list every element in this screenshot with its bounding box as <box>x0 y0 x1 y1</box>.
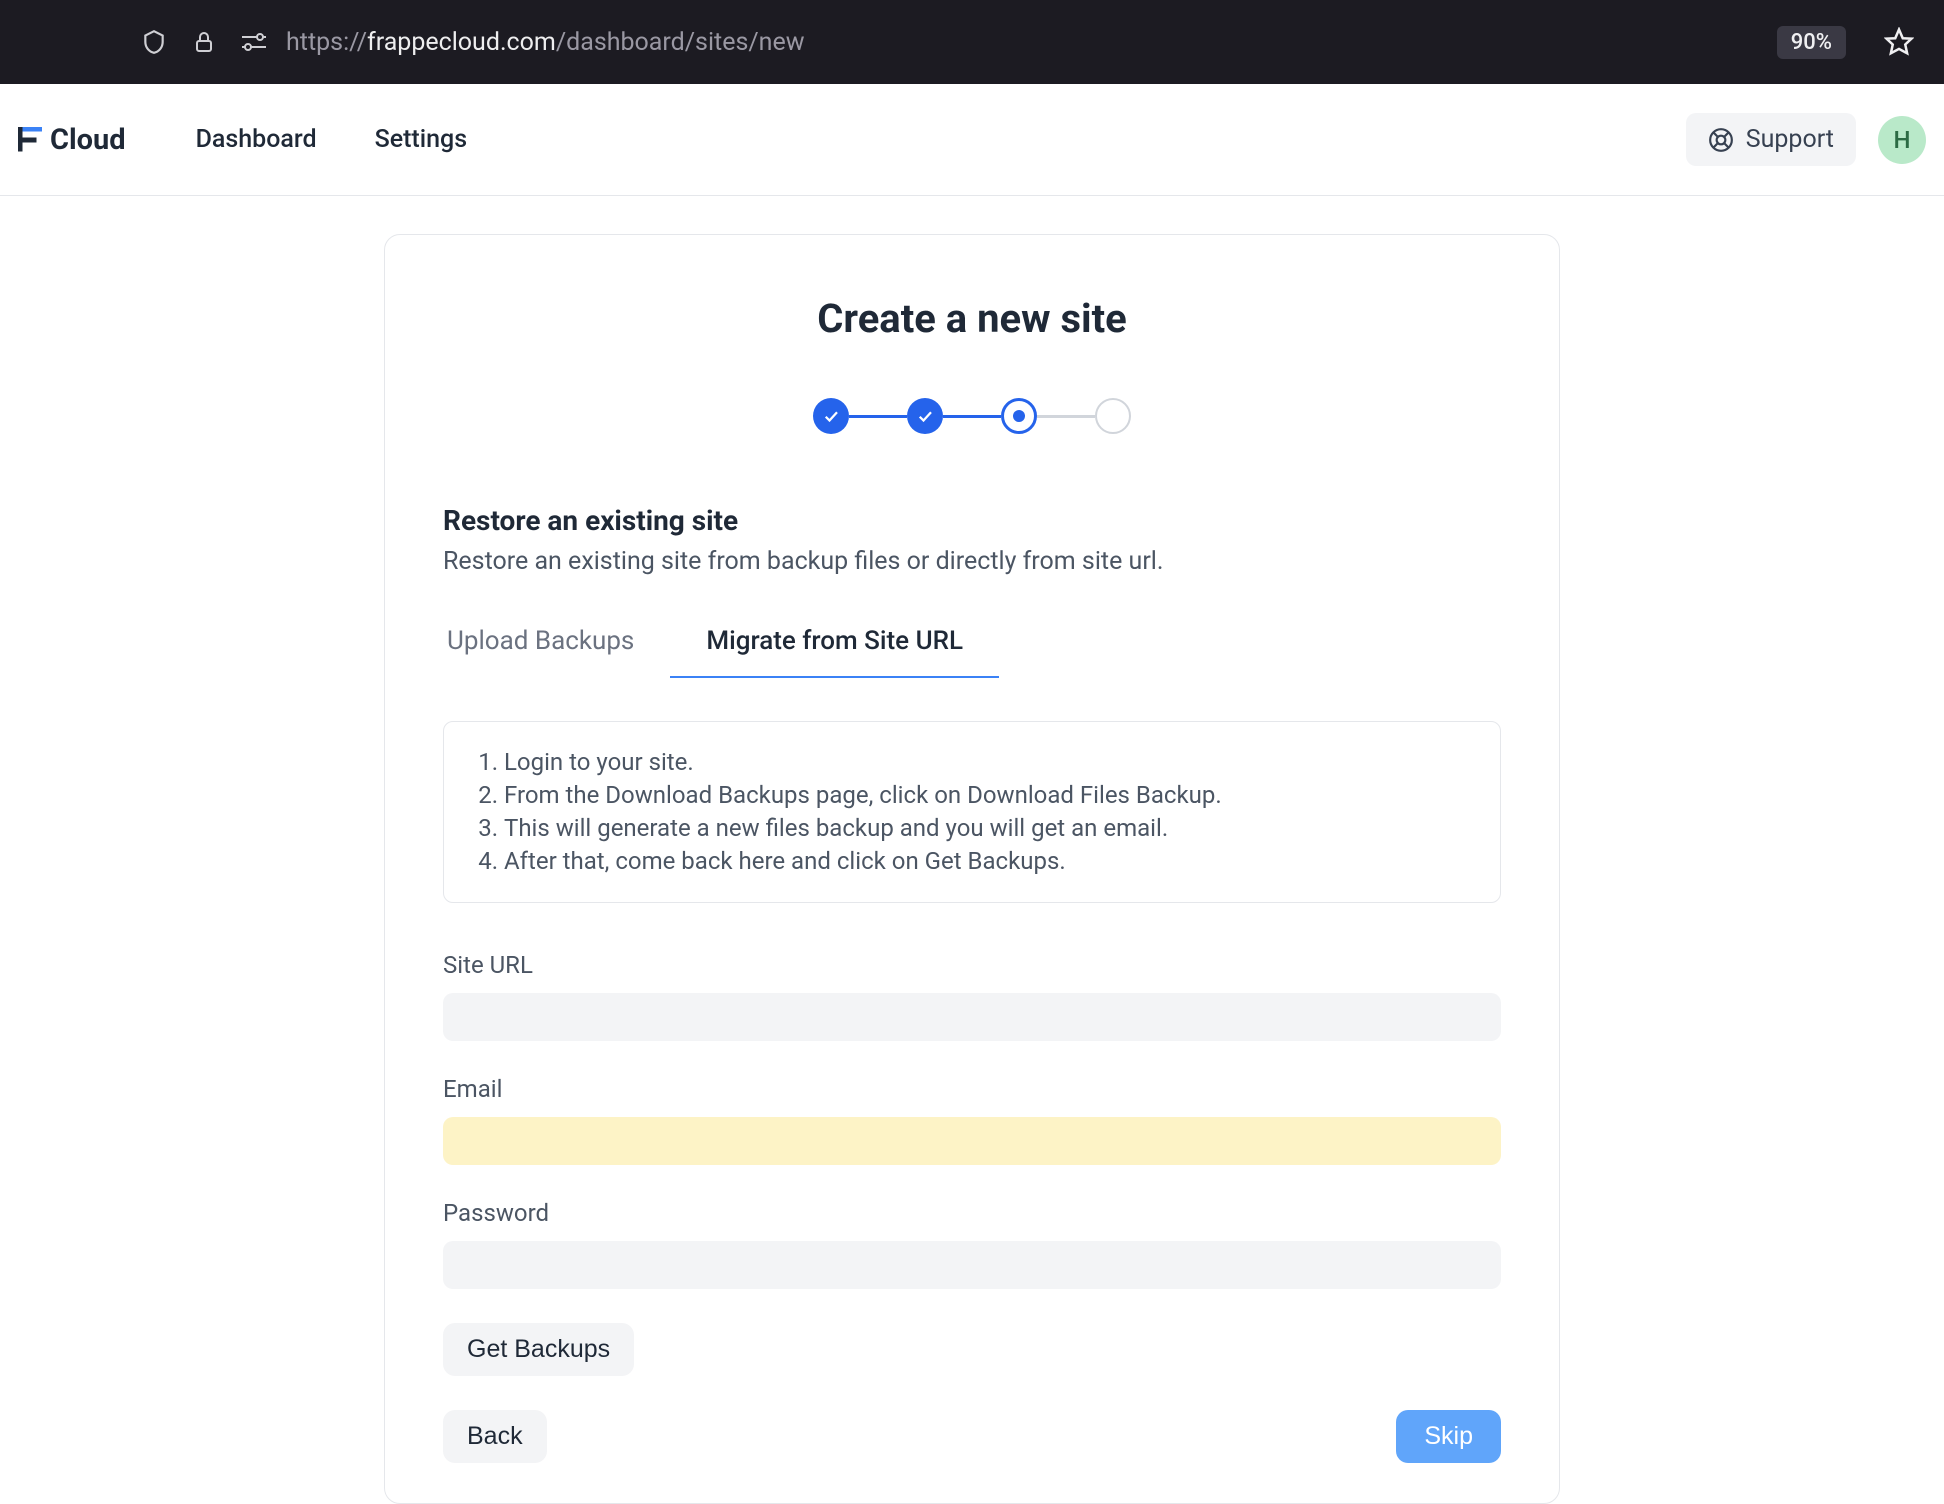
step-4[interactable] <box>1095 398 1131 434</box>
step-connector <box>1037 415 1095 418</box>
url-scheme: https:// <box>286 28 367 57</box>
permissions-icon[interactable] <box>240 28 268 56</box>
section-subtitle: Restore an existing site from backup fil… <box>443 547 1501 576</box>
password-label: Password <box>443 1199 1501 1227</box>
brand-text: Cloud <box>50 123 126 157</box>
app-header: Cloud Dashboard Settings Support H <box>0 84 1944 196</box>
lock-icon[interactable] <box>190 28 218 56</box>
get-backups-row: Get Backups <box>443 1323 1501 1376</box>
support-label: Support <box>1746 125 1834 154</box>
field-email: Email <box>443 1075 1501 1165</box>
site-url-input[interactable] <box>443 993 1501 1041</box>
brand-logo[interactable]: Cloud <box>18 123 196 157</box>
instruction-item: After that, come back here and click on … <box>504 845 1470 878</box>
step-1[interactable] <box>813 398 849 434</box>
url-display[interactable]: https://frappecloud.com/dashboard/sites/… <box>286 28 1759 57</box>
check-icon <box>916 407 934 425</box>
back-button[interactable]: Back <box>443 1410 547 1463</box>
url-host: frappecloud.com <box>367 28 556 57</box>
restore-tabs: Upload Backups Migrate from Site URL <box>443 626 1501 679</box>
step-connector <box>943 415 1001 418</box>
email-label: Email <box>443 1075 1501 1103</box>
site-url-label: Site URL <box>443 951 1501 979</box>
nav-dashboard[interactable]: Dashboard <box>196 125 317 154</box>
password-input[interactable] <box>443 1241 1501 1289</box>
life-ring-icon <box>1708 127 1734 153</box>
field-site-url: Site URL <box>443 951 1501 1041</box>
support-button[interactable]: Support <box>1686 113 1856 166</box>
zoom-level-badge[interactable]: 90% <box>1777 26 1846 59</box>
step-3-active[interactable] <box>1001 398 1037 434</box>
instruction-item: This will generate a new files backup an… <box>504 812 1470 845</box>
primary-nav: Dashboard Settings <box>196 125 467 154</box>
field-password: Password <box>443 1199 1501 1289</box>
browser-address-bar: https://frappecloud.com/dashboard/sites/… <box>0 0 1944 84</box>
shield-icon[interactable] <box>140 28 168 56</box>
email-input[interactable] <box>443 1117 1501 1165</box>
check-icon <box>822 407 840 425</box>
user-avatar[interactable]: H <box>1878 116 1926 164</box>
bookmark-star-icon[interactable] <box>1882 25 1916 59</box>
step-connector <box>849 415 907 418</box>
browser-security-icons <box>140 28 268 56</box>
section-title: Restore an existing site <box>443 504 1501 537</box>
instruction-item: Login to your site. <box>504 746 1470 779</box>
header-right: Support H <box>1686 113 1926 166</box>
url-path: /dashboard/sites/new <box>556 28 805 57</box>
page-wrap: Create a new site Restore an existing si… <box>0 196 1944 1504</box>
instructions-box: Login to your site. From the Download Ba… <box>443 721 1501 903</box>
frappe-logo-icon <box>18 127 42 153</box>
tab-upload-backups[interactable]: Upload Backups <box>443 626 670 678</box>
stepper <box>443 398 1501 434</box>
nav-settings[interactable]: Settings <box>375 125 468 154</box>
get-backups-button[interactable]: Get Backups <box>443 1323 634 1376</box>
instruction-item: From the Download Backups page, click on… <box>504 779 1470 812</box>
footer-actions: Back Skip <box>443 1410 1501 1463</box>
card-title: Create a new site <box>443 295 1501 342</box>
step-2[interactable] <box>907 398 943 434</box>
create-site-card: Create a new site Restore an existing si… <box>384 234 1560 1504</box>
tab-migrate-url[interactable]: Migrate from Site URL <box>670 626 999 678</box>
skip-button[interactable]: Skip <box>1396 1410 1501 1463</box>
